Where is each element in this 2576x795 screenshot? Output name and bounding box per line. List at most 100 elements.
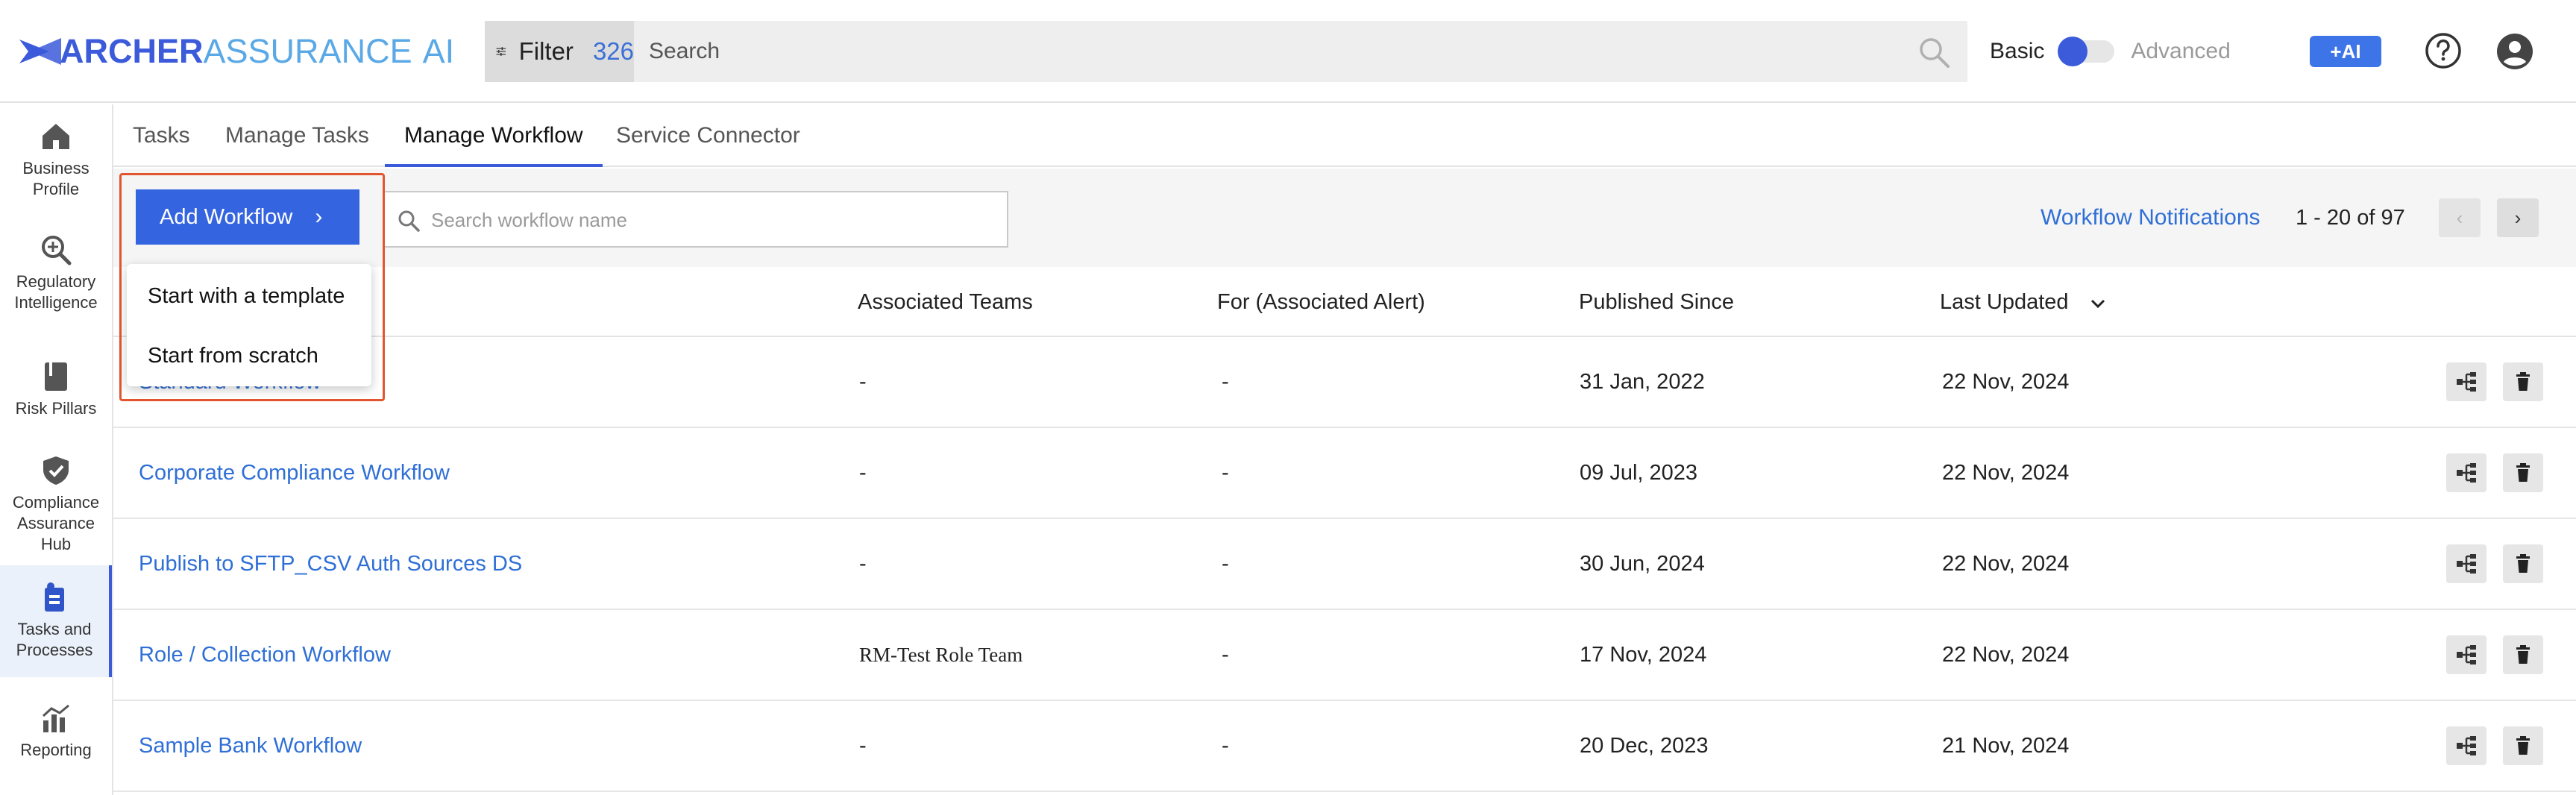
tab-service-connector[interactable]: Service Connector [597, 104, 820, 167]
menu-item-start-with-template[interactable]: Start with a template [127, 267, 371, 325]
hierarchy-icon [2457, 645, 2476, 664]
column-associated-teams: Associated Teams [858, 290, 1033, 314]
archer-logo[interactable]: ARCHER ASSURANCE AI [19, 32, 455, 70]
nav-regulatory-intelligence[interactable]: Regulatory Intelligence [0, 233, 112, 322]
table-header: Associated Teams For (Associated Alert) … [113, 267, 2576, 337]
column-last-updated-label: Last Updated [1940, 290, 2069, 314]
add-workflow-menu: Start with a template Start from scratch [127, 264, 371, 386]
nav-compliance-assurance-hub[interactable]: Compliance Assurance Hub [0, 453, 112, 565]
last-updated-cell: 22 Nov, 2024 [1942, 643, 2070, 667]
tab-manage-workflow[interactable]: Manage Workflow [385, 104, 603, 167]
last-updated-cell: 21 Nov, 2024 [1942, 734, 2070, 758]
logo-word-ai: AI [422, 32, 455, 70]
last-updated-cell: 22 Nov, 2024 [1942, 461, 2070, 485]
search-icon[interactable] [1917, 35, 1951, 69]
previous-page-button[interactable]: ‹ [2439, 198, 2481, 237]
ai-assistant-button[interactable]: +AI [2310, 36, 2381, 67]
view-workflow-diagram-button[interactable] [2446, 726, 2487, 765]
mode-switch: Basic Advanced [1990, 21, 2231, 82]
nav-label: Risk Pillars [15, 399, 97, 418]
nav-label: Profile [32, 180, 80, 198]
logo-word-archer: ARCHER [60, 32, 204, 70]
section-tabs: Tasks Manage Tasks Manage Workflow Servi… [113, 104, 2576, 167]
tab-manage-tasks[interactable]: Manage Tasks [206, 104, 389, 167]
column-last-updated[interactable]: Last Updated [1940, 267, 2106, 337]
nav-label: Reporting [20, 741, 92, 759]
associated-teams-cell: - [859, 552, 867, 576]
view-workflow-diagram-button[interactable] [2446, 362, 2487, 401]
hierarchy-icon [2457, 554, 2476, 574]
trash-icon [2516, 463, 2530, 482]
nav-tasks-and-processes[interactable]: Tasks and Processes [0, 565, 112, 677]
workflow-name-link[interactable]: Publish to SFTP_CSV Auth Sources DS [139, 519, 522, 609]
associated-teams-cell: RM-Test Role Team [859, 644, 1023, 666]
next-page-button[interactable]: › [2497, 198, 2539, 237]
filter-label: Filter [518, 37, 574, 65]
view-workflow-diagram-button[interactable] [2446, 544, 2487, 583]
nav-label: Business [22, 159, 89, 177]
associated-alert-cell: - [1222, 370, 1229, 394]
hierarchy-icon [2457, 463, 2476, 483]
nav-risk-pillars[interactable]: Risk Pillars [0, 359, 112, 434]
nav-label: Tasks and [17, 620, 92, 638]
delete-workflow-button[interactable] [2503, 726, 2543, 765]
nav-label: Intelligence [14, 293, 98, 312]
associated-alert-cell: - [1222, 734, 1229, 758]
delete-workflow-button[interactable] [2503, 635, 2543, 674]
delete-workflow-button[interactable] [2503, 544, 2543, 583]
nav-business-profile[interactable]: Business Profile [0, 119, 112, 209]
published-since-cell: 20 Dec, 2023 [1580, 734, 1709, 758]
trash-icon [2516, 372, 2530, 391]
left-navigation: Business Profile Regulatory Intelligence… [0, 104, 113, 795]
user-account-icon[interactable] [2495, 31, 2535, 72]
help-icon[interactable] [2424, 31, 2463, 70]
associated-alert-cell: - [1222, 461, 1229, 485]
workflow-name-link[interactable]: Role / Collection Workflow [139, 610, 391, 700]
tab-tasks[interactable]: Tasks [113, 104, 210, 167]
nav-label: Regulatory [16, 272, 96, 291]
chevron-left-icon: ‹ [2456, 206, 2463, 229]
associated-teams-cell: - [859, 734, 867, 758]
trash-icon [2516, 554, 2530, 573]
add-workflow-label: Add Workflow [160, 204, 293, 229]
associated-teams-cell: - [859, 461, 867, 485]
associated-teams-cell: - [859, 370, 867, 394]
home-icon [43, 124, 69, 149]
delete-workflow-button[interactable] [2503, 453, 2543, 492]
mode-advanced-label: Advanced [2131, 39, 2231, 63]
filter-button[interactable]: Filter 326 [485, 21, 634, 82]
published-since-cell: 09 Jul, 2023 [1580, 461, 1698, 485]
view-workflow-diagram-button[interactable] [2446, 635, 2487, 674]
delete-workflow-button[interactable] [2503, 362, 2543, 401]
table-row: Corporate Compliance Workflow - - 09 Jul, 2… [113, 428, 2576, 519]
book-icon [45, 362, 67, 391]
menu-item-start-from-scratch[interactable]: Start from scratch [127, 327, 371, 385]
mode-toggle[interactable] [2058, 37, 2115, 66]
chevron-right-icon: › [315, 204, 323, 229]
chart-icon [42, 704, 69, 732]
published-since-cell: 31 Jan, 2022 [1580, 370, 1705, 394]
view-workflow-diagram-button[interactable] [2446, 453, 2487, 492]
add-workflow-button[interactable]: Add Workflow › [136, 189, 359, 245]
nav-label: Assurance [17, 514, 95, 532]
hierarchy-icon [2457, 736, 2476, 755]
global-search-bar: Filter 326 Search [485, 21, 1967, 82]
associated-alert-cell: - [1222, 643, 1229, 667]
table-row: Sample Bank Workflow - - 20 Dec, 2023 21 Nov… [113, 701, 2576, 792]
workflow-notifications-link[interactable]: Workflow Notifications [2041, 169, 2261, 267]
tasks-icon [45, 582, 64, 612]
nav-label: Processes [16, 641, 93, 659]
table-row: Standard Workflow--31 Jan, 202222 Nov, 2… [113, 337, 2576, 428]
published-since-cell: 30 Jun, 2024 [1580, 552, 1705, 576]
nav-label: Compliance [12, 493, 100, 512]
workflow-name-link[interactable]: Sample Bank Workflow [139, 701, 362, 791]
zoom-search-icon [42, 236, 72, 265]
trash-icon [2516, 645, 2530, 664]
toggle-knob [2058, 37, 2088, 66]
nav-reporting[interactable]: Reporting [0, 701, 112, 776]
workflow-search-field[interactable] [383, 191, 1008, 248]
nav-label: Hub [40, 535, 72, 553]
workflow-search-input[interactable] [431, 200, 983, 240]
workflow-name-link[interactable]: Corporate Compliance Workflow [139, 428, 450, 518]
global-search-input[interactable]: Search [649, 21, 720, 82]
